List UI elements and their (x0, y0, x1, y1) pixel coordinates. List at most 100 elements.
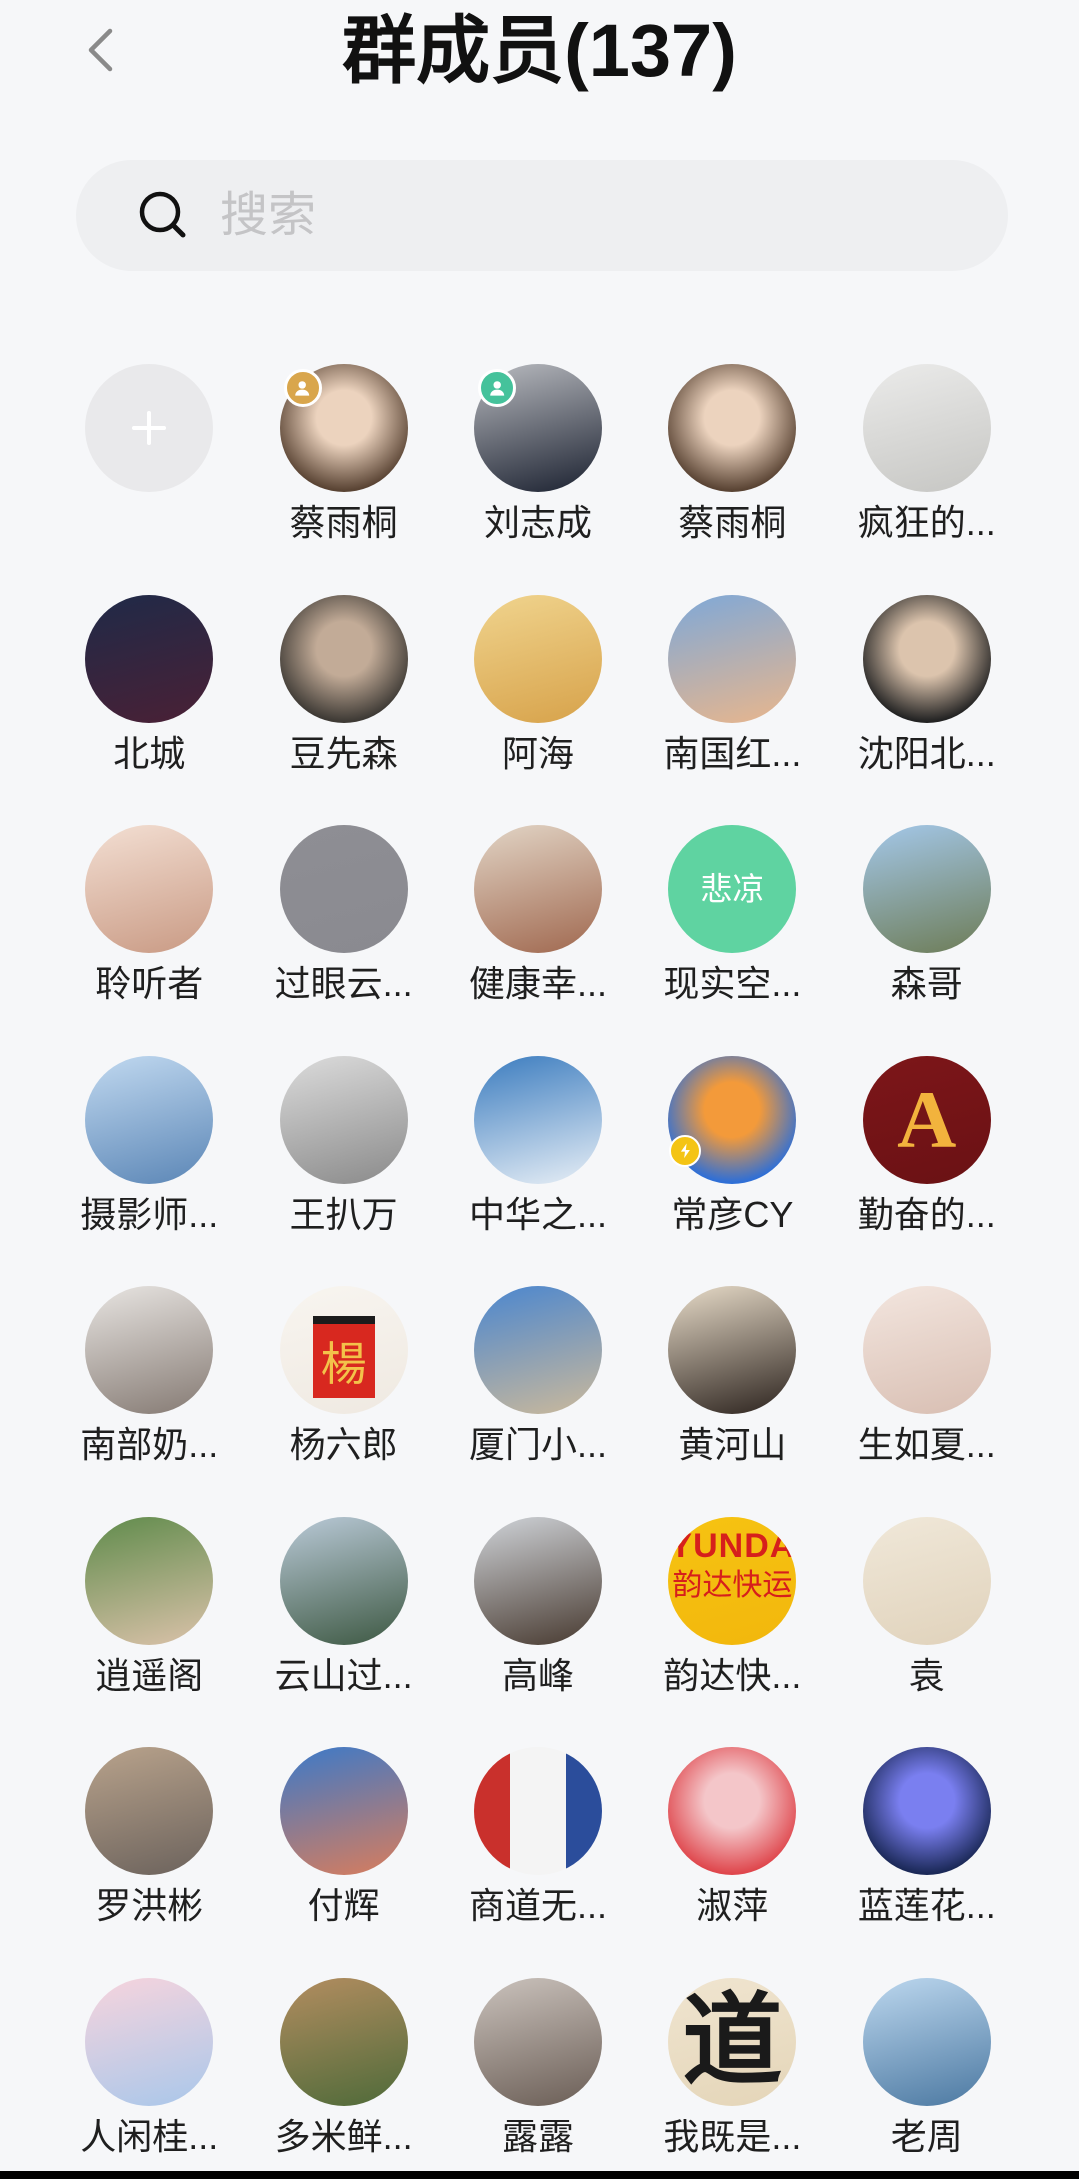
member-item[interactable]: YUNDA 韵达快运 韵达快... (635, 1516, 829, 1748)
member-item[interactable]: 蓝莲花... (830, 1747, 1024, 1978)
member-item[interactable]: 刘志成 (441, 364, 635, 595)
member-item[interactable]: 阿海 (441, 594, 635, 826)
member-item[interactable]: 楊杨六郎 (246, 1286, 440, 1517)
member-avatar (279, 594, 408, 723)
member-avatar (862, 364, 991, 492)
member-avatar (85, 1055, 214, 1184)
member-avatar (862, 594, 991, 723)
member-avatar-wrap (473, 1747, 602, 1875)
member-item[interactable]: 蔡雨桐 (246, 364, 440, 595)
member-name: 刘志成 (483, 502, 592, 543)
member-avatar-wrap (668, 1286, 797, 1414)
member-grid: 蔡雨桐 刘志成 蔡雨桐 疯狂的... 北城 豆先森 阿海 南国红... 沈阳北... 聆听者 过眼云… (52, 364, 1024, 2179)
member-avatar-wrap: 楊 (279, 1286, 408, 1414)
member-avatar-wrap: YUNDA 韵达快运 (668, 1516, 797, 1645)
member-item[interactable]: 南部奶... (52, 1286, 246, 1517)
member-item[interactable]: 商道无... (441, 1747, 635, 1978)
member-avatar (85, 1516, 214, 1645)
member-avatar (473, 1747, 602, 1875)
member-avatar-wrap (473, 1055, 602, 1184)
avatar-lettering-line: 道 (682, 1985, 783, 2097)
member-name: 森哥 (890, 963, 963, 1004)
member-avatar: 楊 (279, 1286, 408, 1414)
member-name: 蔡雨桐 (289, 502, 398, 543)
member-item[interactable]: 王扒万 (246, 1055, 440, 1287)
bottom-bar (0, 2171, 1079, 2179)
member-item[interactable]: 摄影师... (52, 1055, 246, 1287)
member-item[interactable]: 过眼云... (246, 825, 440, 1056)
member-item[interactable]: 常彦CY (635, 1055, 829, 1287)
add-member-avatar[interactable] (85, 364, 214, 492)
member-name: 摄影师... (80, 1193, 219, 1235)
member-avatar-wrap (473, 364, 602, 492)
member-item[interactable]: 道我既是... (635, 1977, 829, 2179)
member-item[interactable]: 逍遥阁 (52, 1516, 246, 1748)
member-avatar-wrap (668, 364, 797, 492)
search-input[interactable] (220, 178, 960, 253)
member-name: 健康幸... (468, 963, 607, 1004)
member-name: 南部奶... (80, 1424, 219, 1465)
member-item[interactable]: A 勤奋的... (830, 1055, 1024, 1287)
member-name: 中华之... (468, 1193, 607, 1235)
member-avatar (85, 825, 214, 953)
member-item[interactable]: 老周 (830, 1977, 1024, 2179)
member-item[interactable]: 悲凉 现实空... (635, 825, 829, 1056)
member-item[interactable]: 北城 (52, 594, 246, 826)
member-avatar-wrap (85, 1747, 214, 1875)
member-name: 袁 (908, 1654, 945, 1696)
member-avatar-wrap (862, 1516, 991, 1645)
member-avatar-wrap (85, 1055, 214, 1184)
admin-badge-icon (477, 369, 516, 407)
member-avatar (473, 1286, 602, 1414)
member-avatar-wrap (279, 1516, 408, 1645)
member-avatar-wrap (862, 825, 991, 953)
member-item[interactable]: 袁 (830, 1516, 1024, 1748)
member-item[interactable]: 健康幸... (441, 825, 635, 1056)
add-member-button[interactable] (52, 364, 246, 595)
member-item[interactable]: 南国红... (635, 594, 829, 826)
member-item[interactable]: 人闲桂... (52, 1977, 246, 2179)
member-name: 豆先森 (289, 732, 398, 774)
member-avatar (85, 1977, 214, 2106)
member-avatar (279, 1747, 408, 1875)
member-avatar-wrap (85, 594, 214, 723)
member-avatar-wrap (473, 1977, 602, 2106)
member-avatar (85, 1286, 214, 1414)
member-item[interactable]: 豆先森 (246, 594, 440, 826)
avatar-lettering-line: 楊 (312, 1316, 375, 1398)
member-avatar-wrap (862, 594, 991, 723)
member-avatar: 悲凉 (668, 825, 797, 953)
member-avatar-wrap: A (862, 1055, 991, 1184)
member-name: 人闲桂... (80, 2115, 219, 2157)
member-item[interactable]: 厦门小... (441, 1286, 635, 1517)
member-item[interactable]: 蔡雨桐 (635, 364, 829, 595)
member-name: 聆听者 (95, 963, 204, 1004)
member-avatar-wrap (279, 364, 408, 492)
member-item[interactable]: 淑萍 (635, 1747, 829, 1978)
member-item[interactable]: 罗洪彬 (52, 1747, 246, 1978)
member-item[interactable]: 中华之... (441, 1055, 635, 1287)
member-avatar (279, 1055, 408, 1184)
member-item[interactable]: 疯狂的... (830, 364, 1024, 595)
member-avatar-wrap (862, 364, 991, 492)
member-avatar-wrap (279, 1747, 408, 1875)
member-item[interactable]: 多米鲜... (246, 1977, 440, 2179)
member-item[interactable]: 生如夏... (830, 1286, 1024, 1517)
member-avatar (862, 1516, 991, 1645)
member-item[interactable]: 沈阳北... (830, 594, 1024, 826)
member-avatar (279, 825, 408, 953)
member-avatar (279, 1516, 408, 1645)
member-avatar-wrap (862, 1747, 991, 1875)
member-item[interactable]: 付辉 (246, 1747, 440, 1978)
member-item[interactable]: 聆听者 (52, 825, 246, 1056)
member-item[interactable]: 高峰 (441, 1516, 635, 1748)
member-name: 阿海 (501, 732, 574, 774)
search-bar[interactable] (76, 160, 1008, 271)
member-item[interactable]: 森哥 (830, 825, 1024, 1056)
avatar-lettering: A (863, 1056, 991, 1184)
member-item[interactable]: 黄河山 (635, 1286, 829, 1517)
member-item[interactable]: 云山过... (246, 1516, 440, 1748)
member-avatar: 道 (668, 1977, 797, 2106)
member-avatar (862, 1286, 991, 1414)
member-item[interactable]: 露露 (441, 1977, 635, 2179)
